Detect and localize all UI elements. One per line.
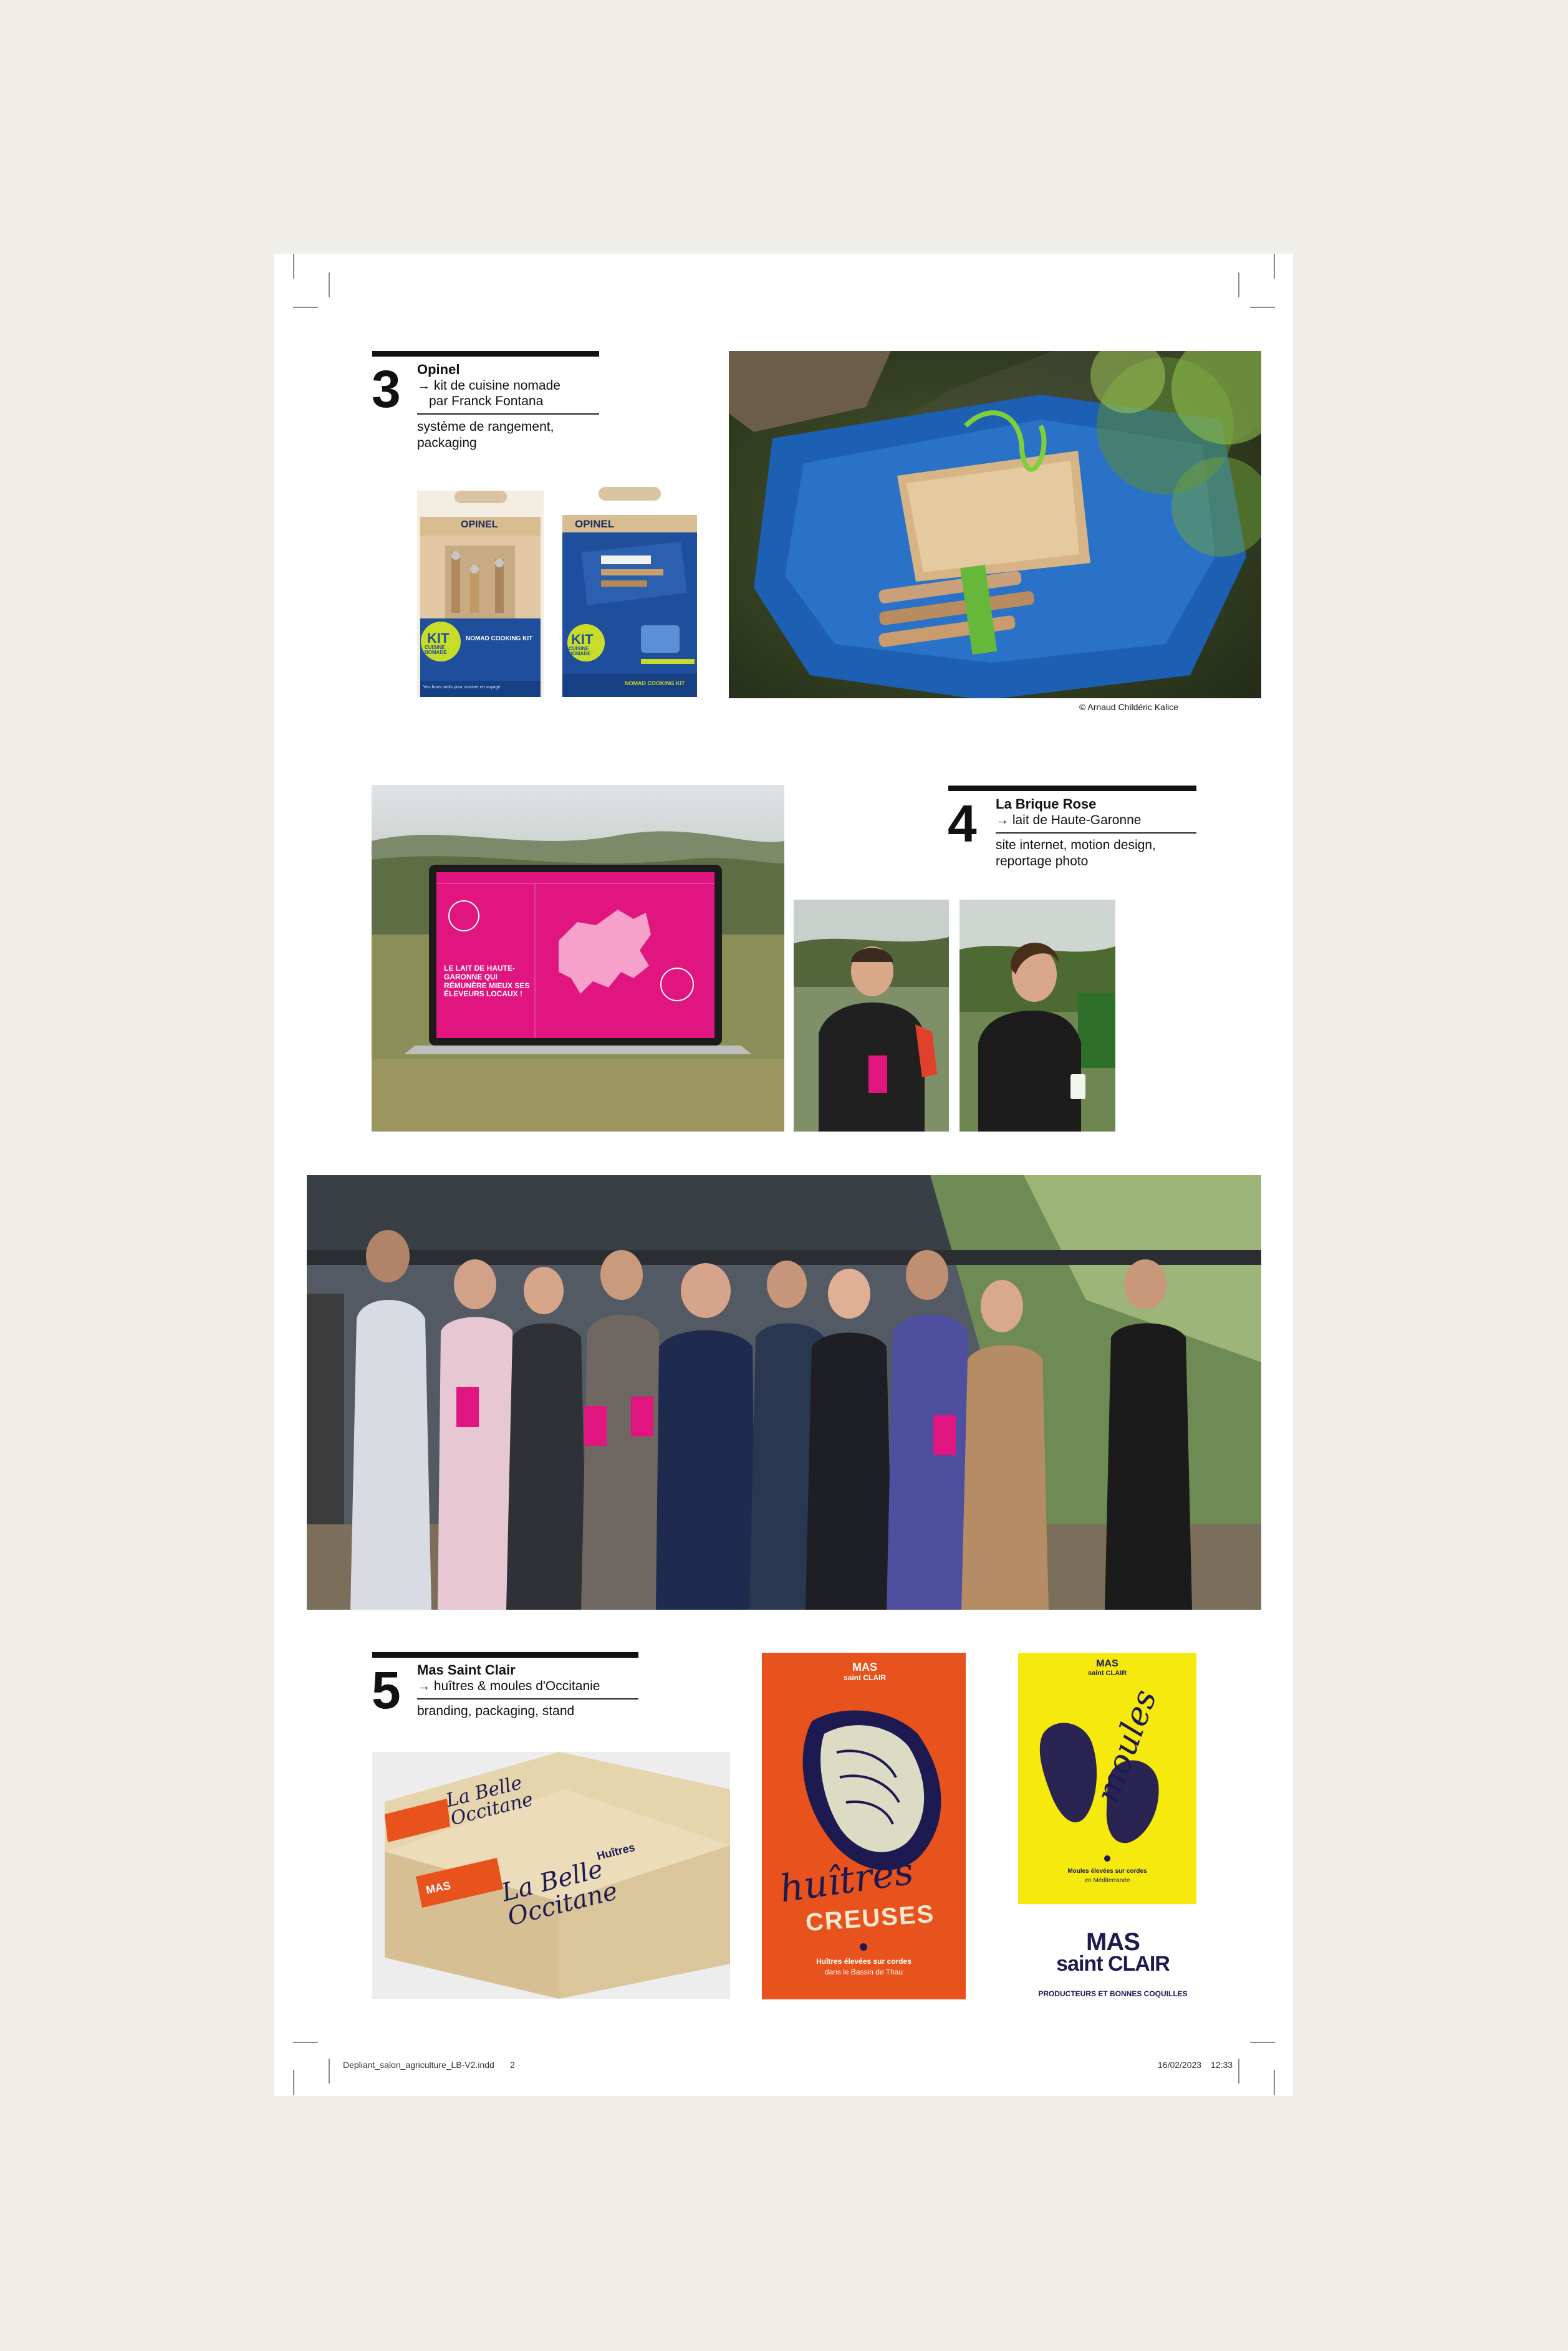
section-rule: [372, 1652, 638, 1658]
packaging-kit-sub: CUISINE NOMADE: [569, 646, 591, 656]
poster-line-1: Moules élevées sur cordes: [1067, 1868, 1147, 1875]
divider: [996, 832, 1196, 834]
project-services: branding, packaging, stand: [417, 1704, 575, 1718]
packaging-photo-back: OPINEL KIT CUISINE NOMADE NOMAD COOKING …: [562, 487, 697, 697]
farmer-portrait-photo-2: [960, 900, 1115, 1132]
poster-brand-bottom: saint CLAIR: [843, 1673, 886, 1682]
mas-saint-clair-logo: MAS saint CLAIR PRODUCTEURS ET BONNES CO…: [1035, 1930, 1191, 2004]
section-rule: [372, 351, 599, 357]
project-subject: → lait de Haute-Garonne: [996, 813, 1142, 827]
laptop-website-photo: LE LAIT DE HAUTE-GARONNE QUI RÉMUNÈRE MI…: [372, 785, 784, 1132]
project-services: système de rangement, packaging: [417, 420, 554, 451]
oyster-poster: MAS saint CLAIR huîtres CREUSES Huîtres …: [762, 1653, 966, 1999]
project-subject: → huîtres & moules d'Occitanie: [417, 1679, 600, 1693]
packaging-photo-front: OPINEL KIT CUISINE NOMADE NOMAD COOKING …: [417, 491, 544, 697]
poster-brand-top: MAS: [852, 1661, 877, 1673]
poster-line-2: dans le Bassin de Thau: [824, 1968, 903, 1976]
packaging-product-name: NOMAD COOKING KIT: [466, 635, 533, 642]
footer-page-number: 2: [510, 2060, 515, 2070]
project-client: Opinel: [417, 362, 460, 377]
logo-brand-top: MAS: [1086, 1928, 1140, 1956]
project-author: par Franck Fontana: [429, 394, 544, 408]
footer-time: 12:33: [1211, 2060, 1233, 2070]
logo-brand-bottom: saint CLAIR: [1056, 1952, 1170, 1976]
packaging-tagline: Vos bons outils pour cuisiner en voyage: [423, 685, 501, 690]
photo-credit: © Arnaud Childéric Kalice: [1079, 702, 1178, 712]
packaging-brand: OPINEL: [461, 519, 498, 530]
project-services: site internet, motion design, reportage …: [996, 838, 1156, 869]
farmer-portrait-photo-1: [794, 900, 949, 1132]
footer-date: 16/02/2023: [1158, 2060, 1202, 2070]
divider: [417, 413, 599, 415]
packaging-kit-sub: CUISINE NOMADE: [425, 645, 447, 655]
divider: [417, 1698, 638, 1700]
project-number: 5: [372, 1661, 401, 1719]
opinel-lifestyle-photo: [729, 351, 1261, 698]
logo-tagline: PRODUCTEURS ET BONNES COQUILLES: [1038, 1989, 1188, 1998]
packaging-brand: OPINEL: [575, 518, 615, 530]
packaging-product-name: NOMAD COOKING KIT: [625, 680, 685, 686]
project-number: 3: [372, 360, 401, 418]
group-farmers-photo: [307, 1175, 1261, 1610]
poster-brand-top: MAS: [1096, 1658, 1118, 1669]
poster-line-1: Huîtres élevées sur cordes: [816, 1957, 911, 1966]
section-rule: [948, 786, 1196, 791]
project-number: 4: [948, 794, 977, 853]
project-client: Mas Saint Clair: [417, 1662, 516, 1678]
footer-filename: Depliant_salon_agriculture_LB-V2.indd: [343, 2060, 494, 2070]
project-client: La Brique Rose: [996, 796, 1097, 812]
screen-headline: LE LAIT DE HAUTE-GARONNE QUI RÉMUNÈRE MI…: [444, 964, 530, 999]
poster-line-2: en Méditerranée: [1084, 1877, 1130, 1884]
poster-brand-bottom: saint CLAIR: [1087, 1670, 1127, 1677]
project-subject: → kit de cuisine nomade: [417, 378, 560, 393]
mussel-poster: MAS saint CLAIR moules Moules élevées su…: [1018, 1653, 1196, 1904]
wooden-box-photo: MAS La Belle Occitane La Belle Occitane …: [372, 1752, 730, 1999]
